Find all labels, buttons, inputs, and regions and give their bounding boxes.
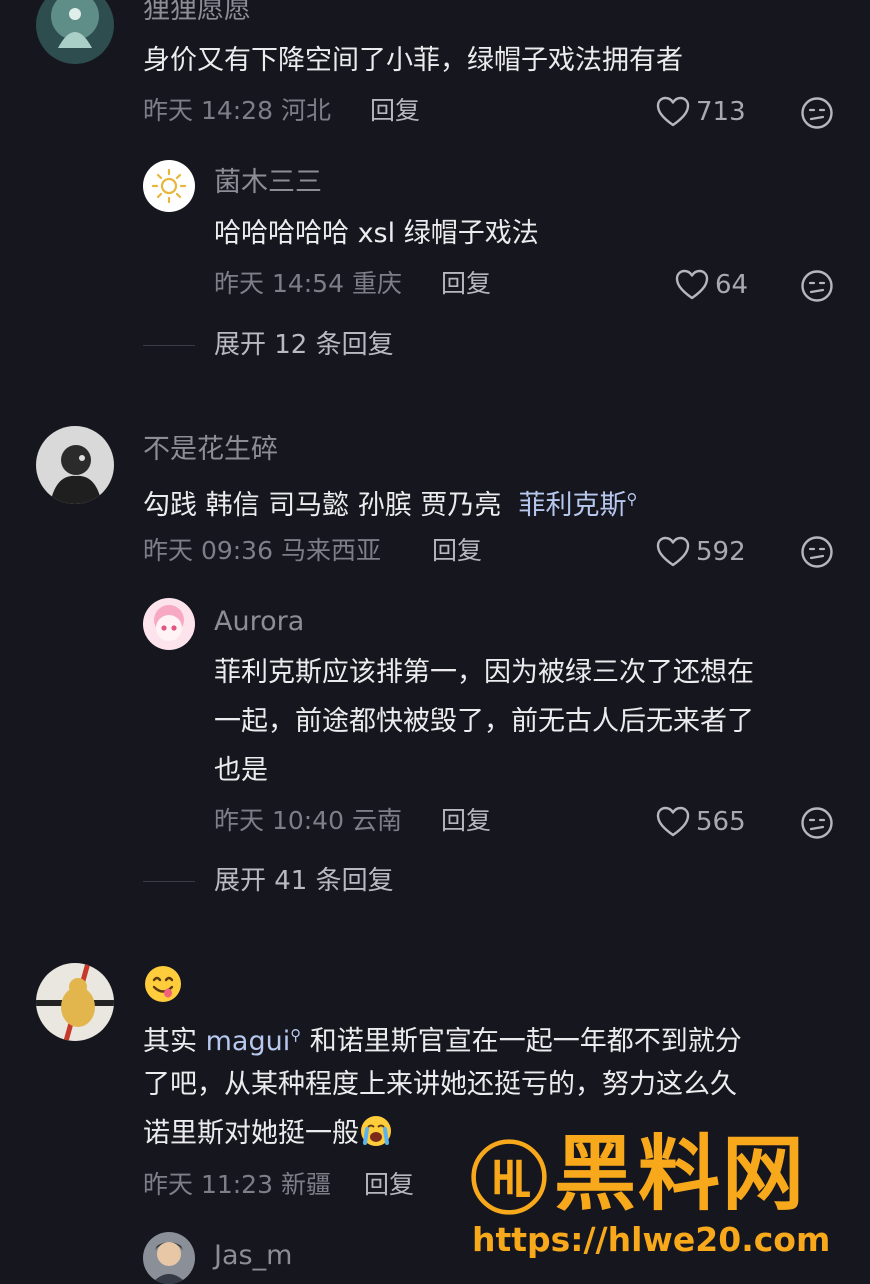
reply-button[interactable]: 回复	[370, 98, 420, 123]
expand-replies-button[interactable]: 展开 41 条回复	[214, 868, 394, 894]
reply-button[interactable]: 回复	[441, 808, 491, 833]
reply-username[interactable]: 菌木三三	[214, 169, 322, 196]
like-count: 565	[696, 807, 746, 837]
comment-text-line: 诺里斯对她挺一般	[143, 1109, 393, 1158]
mention-link[interactable]: magui	[206, 1026, 291, 1057]
dislike-icon[interactable]	[800, 535, 834, 569]
comment-text-body: 其实	[143, 1026, 197, 1057]
avatar[interactable]	[143, 598, 195, 650]
divider	[143, 345, 195, 346]
heart-icon	[656, 96, 690, 127]
like-count: 713	[696, 97, 746, 127]
reply-text-line: 也是	[214, 755, 268, 786]
dislike-icon[interactable]	[800, 269, 834, 303]
heart-icon	[656, 806, 690, 837]
avatar[interactable]	[143, 160, 195, 212]
divider	[143, 881, 195, 882]
yum-face-emoji	[143, 964, 183, 1004]
like-button[interactable]: 713	[656, 96, 746, 128]
crying-face-emoji	[361, 1116, 391, 1146]
comment-meta: 昨天 14:28 河北	[143, 96, 331, 125]
dislike-icon[interactable]	[800, 96, 834, 130]
reply-text-line: 菲利克斯应该排第一，因为被绿三次了还想在	[214, 657, 754, 688]
reply-text: 哈哈哈哈哈 xsl 绿帽子戏法	[214, 218, 539, 249]
mention-link[interactable]: 菲利克斯	[519, 490, 627, 521]
reply-button[interactable]: 回复	[364, 1172, 414, 1197]
comment-text-line: 了吧，从某种程度上来讲她还挺亏的，努力这么久	[143, 1069, 737, 1100]
avatar[interactable]	[36, 0, 114, 64]
comment-text: 勾践 韩信 司马懿 孙膑 贾乃亮 菲利克斯⚲	[143, 475, 638, 530]
like-button[interactable]: 592	[656, 536, 746, 568]
reply-username[interactable]: Jas_m	[214, 1242, 292, 1269]
search-icon[interactable]: ⚲	[627, 490, 638, 508]
heart-icon	[656, 536, 690, 567]
dislike-icon[interactable]	[800, 806, 834, 840]
search-icon[interactable]: ⚲	[290, 1026, 301, 1044]
comment-text-line: 其实 magui⚲ 和诺里斯官宣在一起一年都不到就分	[143, 1011, 742, 1066]
reply-button[interactable]: 回复	[441, 271, 491, 296]
expand-replies-button[interactable]: 展开 12 条回复	[214, 332, 394, 358]
reply-meta: 昨天 10:40 云南	[214, 806, 402, 835]
comment-meta: 昨天 09:36 马来西亚	[143, 536, 381, 565]
like-count: 592	[696, 537, 746, 567]
comment-username[interactable]: 不是花生碎	[143, 436, 278, 463]
comment-text: 身价又有下降空间了小菲，绿帽子戏法拥有者	[143, 45, 683, 76]
comment-meta: 昨天 11:23 新疆	[143, 1170, 331, 1199]
comment-text-body: 和诺里斯官宣在一起一年都不到就分	[309, 1026, 742, 1057]
avatar[interactable]	[143, 1232, 195, 1284]
comment-text-body: 诺里斯对她挺一般	[143, 1118, 359, 1149]
watermark-title: 黑料网	[554, 1127, 807, 1222]
comment-text-body: 勾践 韩信 司马懿 孙膑 贾乃亮	[143, 490, 502, 521]
comment-username[interactable]: 狸狸愿愿	[143, 0, 251, 23]
watermark-logo	[471, 1139, 547, 1215]
reply-button[interactable]: 回复	[432, 538, 482, 563]
watermark-url: https://hlwe20.com	[472, 1220, 831, 1259]
avatar[interactable]	[36, 963, 114, 1041]
like-button[interactable]: 64	[675, 269, 748, 301]
like-count: 64	[715, 270, 749, 300]
like-button[interactable]: 565	[656, 806, 746, 838]
reply-text-line: 一起，前途都快被毁了，前无古人后无来者了	[214, 706, 754, 737]
avatar[interactable]	[36, 426, 114, 504]
heart-icon	[675, 269, 709, 300]
reply-username[interactable]: Aurora	[214, 608, 304, 635]
reply-meta: 昨天 14:54 重庆	[214, 269, 402, 298]
